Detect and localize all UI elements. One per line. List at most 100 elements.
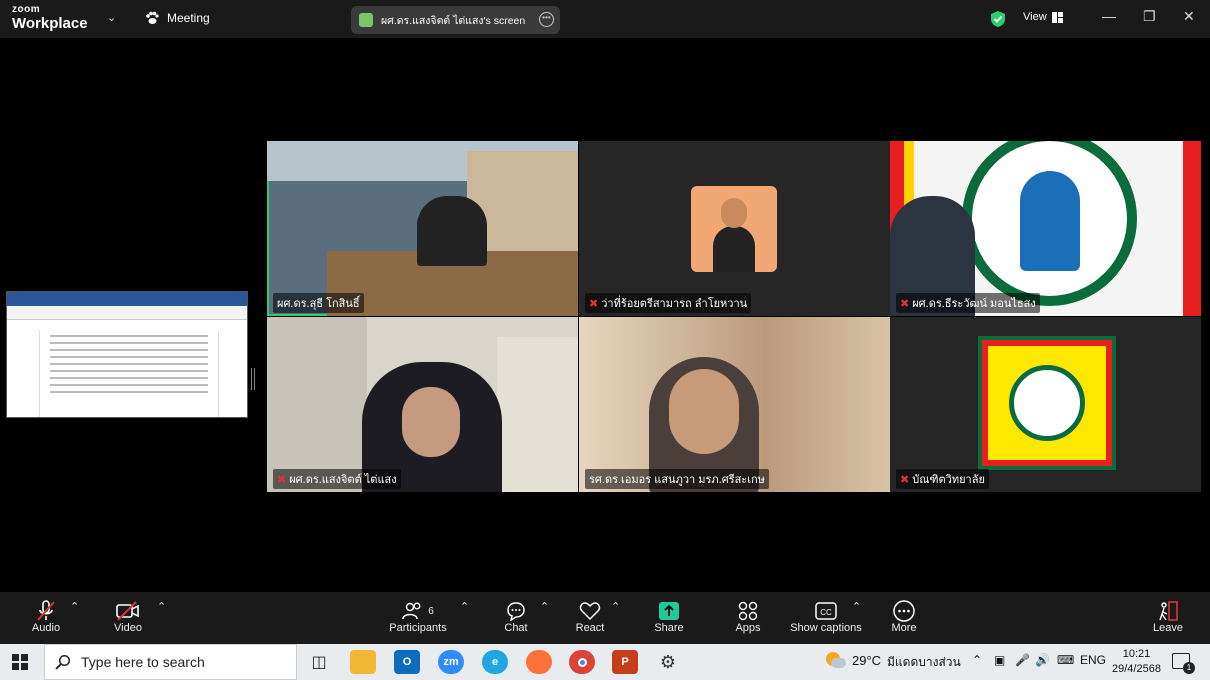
shield-check-icon[interactable] — [990, 10, 1006, 33]
screen-share-label: ผศ.ดร.แสงจิตต์ ไต่แสง's screen — [381, 14, 526, 27]
closed-captions-icon: CC — [815, 602, 837, 620]
chat-options-caret[interactable]: ⌃ — [540, 600, 549, 613]
university-seal-icon — [1009, 365, 1085, 441]
zoom-logo: zoom Workplace — [12, 4, 88, 32]
heart-icon — [579, 602, 601, 621]
mic-muted-icon: ✖ — [589, 297, 599, 310]
paw-icon — [146, 11, 159, 24]
notifications-icon[interactable]: 1 — [1172, 653, 1195, 674]
weather-desc: มีแดดบางส่วน — [887, 655, 961, 669]
meeting-toolbar: Audio ⌃ Video ⌃ 6 Participants ⌃ Chat ⌃ … — [0, 592, 1210, 644]
weather-icon[interactable] — [826, 652, 846, 670]
firefox-icon[interactable] — [526, 650, 552, 674]
audio-button[interactable]: Audio — [30, 600, 62, 634]
video-tile[interactable]: ผศ.ดร.สุธี โกสินธิ์ — [267, 141, 578, 316]
avatar — [978, 336, 1116, 470]
mic-muted-icon — [37, 600, 55, 621]
shared-screen-thumbnail[interactable] — [6, 291, 248, 418]
participant-name-tag: ผศ.ดร.สุธี โกสินธิ์ — [273, 293, 364, 313]
participant-name-tag: ✖ บัณฑิตวิทยาลัย — [896, 469, 989, 489]
chat-icon — [507, 602, 525, 621]
participants-button[interactable]: 6 Participants — [388, 600, 448, 634]
volume-icon[interactable]: 🔊 — [1035, 653, 1050, 667]
notification-badge: 1 — [1183, 662, 1195, 674]
logo-bottom: Workplace — [12, 15, 88, 32]
zoom-app-icon[interactable]: zm — [438, 650, 464, 674]
more-button[interactable]: More — [888, 600, 920, 634]
more-options-icon[interactable]: ••• — [539, 12, 554, 27]
avatar — [691, 186, 777, 272]
participant-name-tag: ✖ ว่าที่ร้อยตรีสามารถ ลำโยหวาน — [585, 293, 752, 313]
participants-count: 6 — [428, 605, 434, 617]
participant-name-tag: รศ.ดร.เอมอร แสนภูวา มรภ.ศรีสะเกษ — [585, 469, 769, 489]
grid-view-icon — [1051, 11, 1063, 23]
edge-icon[interactable]: e — [482, 650, 508, 674]
captions-options-caret[interactable]: ⌃ — [852, 600, 861, 613]
leave-button[interactable]: Leave — [1150, 600, 1186, 634]
powerpoint-icon[interactable]: P — [612, 650, 638, 674]
react-options-caret[interactable]: ⌃ — [611, 600, 620, 613]
screen-share-pill[interactable]: ผศ.ดร.แสงจิตต์ ไต่แสง's screen ••• — [351, 6, 560, 34]
react-button[interactable]: React — [574, 600, 606, 634]
meeting-label: Meeting — [167, 11, 210, 25]
chat-button[interactable]: Chat — [500, 600, 532, 634]
view-label: View — [1023, 11, 1047, 23]
settings-gear-icon[interactable]: ⚙ — [655, 650, 681, 674]
participants-icon — [402, 602, 421, 620]
share-screen-icon — [359, 13, 373, 27]
video-tile[interactable]: ✖ ผศ.ดร.ธีระวัฒน์ มอนไธสง — [890, 141, 1201, 316]
clock[interactable]: 10:21 29/4/2568 — [1112, 647, 1161, 677]
share-screen-icon — [659, 602, 679, 620]
task-view-icon[interactable]: ◫ — [306, 650, 332, 674]
participant-name-tag: ✖ ผศ.ดร.ธีระวัฒน์ มอนไธสง — [896, 293, 1040, 313]
panel-resize-handle[interactable] — [251, 368, 255, 390]
audio-options-caret[interactable]: ⌃ — [70, 600, 79, 613]
clock-date: 29/4/2568 — [1112, 663, 1161, 675]
meeting-button[interactable]: Meeting — [145, 11, 210, 25]
participant-name-tag: ✖ ผศ.ดร.แสงจิตต์ ไต่แสง — [273, 469, 401, 489]
document-preview — [39, 330, 219, 417]
apps-button[interactable]: Apps — [732, 600, 764, 634]
university-seal-icon — [962, 141, 1137, 306]
mic-muted-icon: ✖ — [900, 473, 910, 486]
chevron-up-icon[interactable]: ⌃ — [972, 653, 982, 667]
network-icon[interactable]: ▣ — [994, 653, 1005, 667]
outlook-icon[interactable]: O — [394, 650, 420, 674]
mic-muted-icon: ✖ — [900, 297, 910, 310]
windows-start-icon[interactable] — [12, 654, 28, 675]
restore-icon[interactable]: ❐ — [1143, 8, 1156, 25]
clock-time: 10:21 — [1122, 648, 1151, 660]
os-taskbar: Type here to search ◫ O zm e P ⚙ 29°C มี… — [0, 644, 1210, 680]
close-icon[interactable]: ✕ — [1183, 8, 1195, 25]
person-silhouette — [417, 196, 487, 266]
video-tile[interactable]: ✖ ผศ.ดร.แสงจิตต์ ไต่แสง — [267, 317, 578, 492]
participants-options-caret[interactable]: ⌃ — [460, 600, 469, 613]
meeting-stage: ผศ.ดร.สุธี โกสินธิ์ ✖ ว่าที่ร้อยตรีสามาร… — [0, 38, 1210, 592]
taskbar-search-input[interactable]: Type here to search — [44, 644, 297, 680]
weather-temp: 29°C — [852, 653, 882, 668]
mic-muted-icon: ✖ — [277, 473, 287, 486]
microphone-icon[interactable]: 🎤 — [1015, 653, 1030, 667]
minimize-icon[interactable]: — — [1102, 8, 1116, 24]
leave-icon — [1159, 601, 1178, 621]
video-off-icon — [116, 601, 139, 621]
search-icon — [55, 654, 71, 670]
video-options-caret[interactable]: ⌃ — [157, 600, 166, 613]
chrome-icon[interactable] — [569, 650, 595, 674]
video-tile[interactable]: ✖ บัณฑิตวิทยาลัย — [890, 317, 1201, 492]
file-explorer-icon[interactable] — [350, 650, 376, 674]
chevron-down-icon[interactable]: ⌄ — [107, 11, 116, 24]
keyboard-icon[interactable]: ⌨ — [1057, 653, 1074, 667]
video-tile[interactable]: รศ.ดร.เอมอร แสนภูวา มรภ.ศรีสะเกษ — [579, 317, 890, 492]
apps-icon — [738, 601, 758, 621]
svg-text:CC: CC — [820, 608, 832, 617]
video-tile[interactable]: ✖ ว่าที่ร้อยตรีสามารถ ลำโยหวาน — [579, 141, 890, 316]
title-bar: zoom Workplace ⌄ Meeting ผศ.ดร.แสงจิตต์ … — [0, 0, 1210, 38]
logo-top: zoom — [12, 4, 41, 15]
view-button[interactable]: View — [1023, 11, 1063, 23]
video-button[interactable]: Video — [112, 600, 144, 634]
share-button[interactable]: Share — [653, 600, 685, 634]
more-icon — [893, 600, 915, 622]
search-placeholder: Type here to search — [81, 654, 205, 670]
language-indicator[interactable]: ENG — [1080, 653, 1106, 667]
